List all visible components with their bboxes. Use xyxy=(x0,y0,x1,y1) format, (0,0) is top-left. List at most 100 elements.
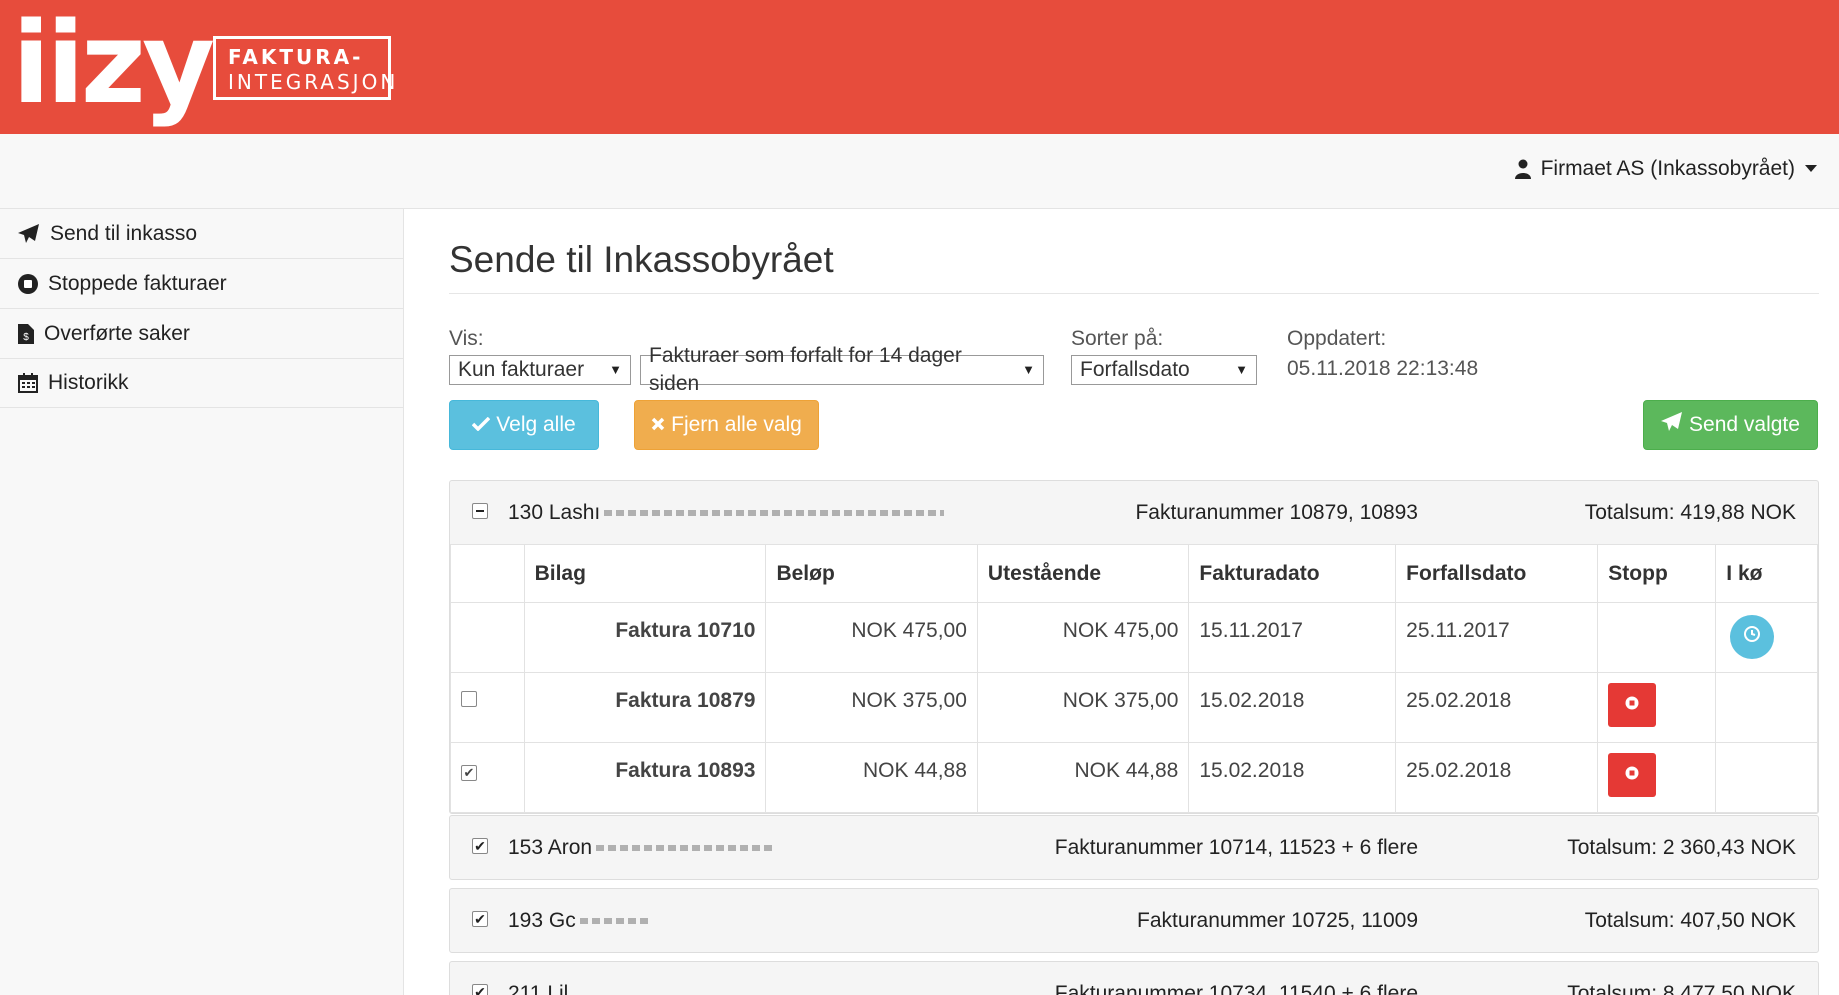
sidebar-nav: Send til inkasso Stoppede fakturaer $ Ov… xyxy=(0,208,403,408)
group-total: Totalsum: 8 477,50 NOK xyxy=(1567,982,1796,995)
updated-label: Oppdatert: xyxy=(1287,327,1387,350)
stop-circle-icon xyxy=(18,273,38,294)
group-customer-name: 193 Gc xyxy=(508,909,650,933)
svg-text:$: $ xyxy=(23,332,29,343)
file-dollar-icon: $ xyxy=(18,323,34,344)
cell-fakturadato: 15.11.2017 xyxy=(1188,602,1397,673)
redacted-text xyxy=(579,918,650,925)
select-arrow-icon: ▼ xyxy=(1235,362,1248,377)
group-checkbox-checked[interactable]: ✔ xyxy=(472,984,488,995)
table-row: ✔ Faktura 10893 NOK 44,88 NOK 44,88 15.0… xyxy=(450,742,1818,813)
customer-group: ✔ 153 Aron Fakturanummer 10714, 11523 + … xyxy=(449,815,1819,880)
clear-all-label: Fjern alle valg xyxy=(671,413,802,436)
cell-utestaende: NOK 475,00 xyxy=(976,602,1190,673)
group-header[interactable]: ✔ 193 Gc Fakturanummer 10725, 11009 Tota… xyxy=(450,889,1818,952)
select-all-button[interactable]: Velg alle xyxy=(449,400,599,450)
cell-belop: NOK 375,00 xyxy=(765,672,978,743)
sidebar-item-overforte-saker[interactable]: $ Overførte saker xyxy=(0,308,403,358)
group-customer-name: 211 Lil xyxy=(508,982,568,995)
group-customer-name: 153 Aron xyxy=(508,836,777,860)
sort-label: Sorter på: xyxy=(1071,327,1164,350)
caret-down-icon xyxy=(1805,165,1817,173)
customer-name-text: 130 Lashı xyxy=(508,501,601,524)
customer-group: ✔ 193 Gc Fakturanummer 10725, 11009 Tota… xyxy=(449,888,1819,953)
group-invoice-numbers: Fakturanummer 10879, 10893 xyxy=(1135,501,1418,524)
customer-group: 130 Lashı Fakturanummer 10879, 10893 Tot… xyxy=(449,480,1819,814)
group-checkbox-checked[interactable]: ✔ xyxy=(472,911,488,927)
select-arrow-icon: ▼ xyxy=(609,362,622,377)
updated-value: 05.11.2018 22:13:48 xyxy=(1287,357,1479,380)
sidebar-item-send-til-inkasso[interactable]: Send til inkasso xyxy=(0,208,403,258)
page-title: Sende til Inkassobyrået xyxy=(449,239,834,280)
sidebar-item-label: Historikk xyxy=(48,371,129,394)
logo-line-2: INTEGRASJON xyxy=(228,70,399,94)
group-invoice-numbers: Fakturanummer 10725, 11009 xyxy=(1137,909,1418,932)
period-select-value: Fakturaer som forfalt for 14 dager siden xyxy=(649,344,962,395)
col-belop[interactable]: Beløp xyxy=(765,544,978,603)
group-header[interactable]: ✔ 153 Aron Fakturanummer 10714, 11523 + … xyxy=(450,816,1818,879)
clear-all-button[interactable]: Fjern alle valg xyxy=(634,400,819,450)
cell-utestaende: NOK 44,88 xyxy=(976,742,1190,813)
redacted-text xyxy=(596,845,777,852)
cell-bilag: Faktura 10893 xyxy=(523,742,767,813)
cell-fakturadato: 15.02.2018 xyxy=(1188,672,1397,743)
stop-circle-icon xyxy=(1624,763,1640,787)
cell-stopp xyxy=(1597,602,1717,673)
type-select[interactable]: Kun fakturaer ▼ xyxy=(449,355,631,385)
row-checkbox-checked[interactable]: ✔ xyxy=(461,765,477,781)
sort-select[interactable]: Forfallsdato ▼ xyxy=(1071,355,1257,385)
select-all-label: Velg alle xyxy=(496,413,576,436)
row-checkbox[interactable] xyxy=(461,691,477,707)
group-invoice-numbers: Fakturanummer 10714, 11523 + 6 flere xyxy=(1054,836,1418,859)
col-select xyxy=(450,544,525,603)
cell-utestaende: NOK 375,00 xyxy=(976,672,1190,743)
group-collapse-toggle[interactable] xyxy=(472,503,488,519)
logo-line-1: FAKTURA- xyxy=(228,45,364,69)
paper-plane-icon xyxy=(1661,412,1683,438)
cell-belop: NOK 475,00 xyxy=(765,602,978,673)
col-fakturadato[interactable]: Fakturadato xyxy=(1188,544,1397,603)
sidebar-item-stoppede-fakturaer[interactable]: Stoppede fakturaer xyxy=(0,258,403,308)
top-header: iizy FAKTURA- INTEGRASJON xyxy=(0,0,1839,134)
sort-select-value: Forfallsdato xyxy=(1080,358,1190,381)
send-selected-label: Send valgte xyxy=(1689,413,1800,436)
cell-forfallsdato: 25.02.2018 xyxy=(1395,742,1599,813)
group-header[interactable]: 130 Lashı Fakturanummer 10879, 10893 Tot… xyxy=(450,481,1818,544)
sidebar-item-label: Overførte saker xyxy=(44,321,190,345)
type-select-value: Kun fakturaer xyxy=(458,358,585,381)
select-arrow-icon: ▼ xyxy=(1022,362,1035,377)
cell-fakturadato: 15.02.2018 xyxy=(1188,742,1397,813)
times-icon xyxy=(651,413,665,437)
cell-stopp xyxy=(1597,672,1717,743)
cell-bilag: Faktura 10710 xyxy=(523,602,767,673)
col-forfallsdato[interactable]: Forfallsdato xyxy=(1395,544,1599,603)
stop-button[interactable] xyxy=(1608,683,1657,727)
stop-button[interactable] xyxy=(1608,753,1657,797)
queued-clock-button[interactable] xyxy=(1730,615,1775,659)
table-row: Faktura 10710 NOK 475,00 NOK 475,00 15.1… xyxy=(450,602,1818,673)
vis-label: Vis: xyxy=(449,327,484,350)
sidebar-item-label: Send til inkasso xyxy=(50,221,198,245)
sidebar-item-historikk[interactable]: Historikk xyxy=(0,358,403,408)
col-bilag[interactable]: Bilag xyxy=(523,544,767,603)
cell-stopp xyxy=(1597,742,1717,813)
group-checkbox-checked[interactable]: ✔ xyxy=(472,838,488,854)
sidebar-item-label: Stoppede fakturaer xyxy=(48,271,227,295)
main-panel: Sende til Inkassobyrået Vis: Kun faktura… xyxy=(403,208,1839,995)
user-icon xyxy=(1514,159,1531,179)
redacted-text xyxy=(604,510,945,517)
cell-i-ko xyxy=(1715,602,1818,673)
cell-i-ko xyxy=(1715,742,1818,813)
stop-circle-icon xyxy=(1624,693,1640,717)
check-icon xyxy=(472,413,491,437)
table-row: Faktura 10879 NOK 375,00 NOK 375,00 15.0… xyxy=(450,672,1818,743)
col-utestaende[interactable]: Utestående xyxy=(976,544,1190,603)
invoice-table: Bilag Beløp Utestående Fakturadato Forfa… xyxy=(450,544,1818,813)
period-select[interactable]: Fakturaer som forfalt for 14 dager siden… xyxy=(640,344,1044,395)
send-selected-button[interactable]: Send valgte xyxy=(1643,400,1818,450)
group-invoice-numbers: Fakturanummer 10734, 11540 + 6 flere xyxy=(1054,982,1418,995)
group-total: Totalsum: 419,88 NOK xyxy=(1584,501,1796,524)
user-menu[interactable]: Firmaet AS (Inkassobyrået) xyxy=(1514,157,1817,181)
group-header[interactable]: ✔ 211 Lil Fakturanummer 10734, 11540 + 6… xyxy=(450,962,1818,995)
title-divider xyxy=(449,293,1819,294)
